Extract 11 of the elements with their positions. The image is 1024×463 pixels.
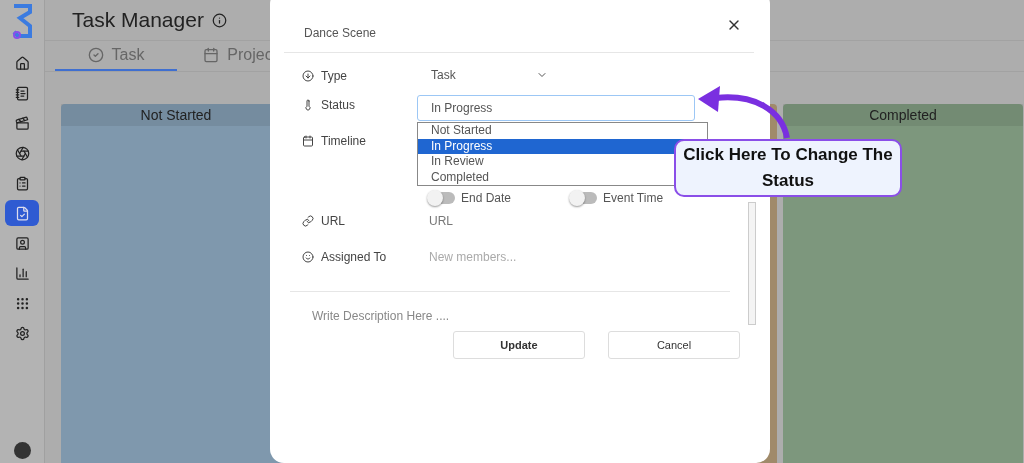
- hint-tooltip: Click Here To Change The Status: [674, 139, 902, 197]
- field-label: Status: [321, 98, 356, 112]
- field-label: Assigned To: [321, 250, 387, 264]
- field-label: Type: [321, 69, 347, 83]
- toggle-label: Event Time: [603, 191, 664, 205]
- page-title: Task Manager: [72, 8, 204, 32]
- dialog-title: Dance Scene: [304, 26, 377, 40]
- toggle-label: End Date: [461, 191, 512, 205]
- field-label: URL: [321, 214, 345, 228]
- column-title: Completed: [783, 104, 1023, 126]
- field-label: Timeline: [321, 134, 366, 148]
